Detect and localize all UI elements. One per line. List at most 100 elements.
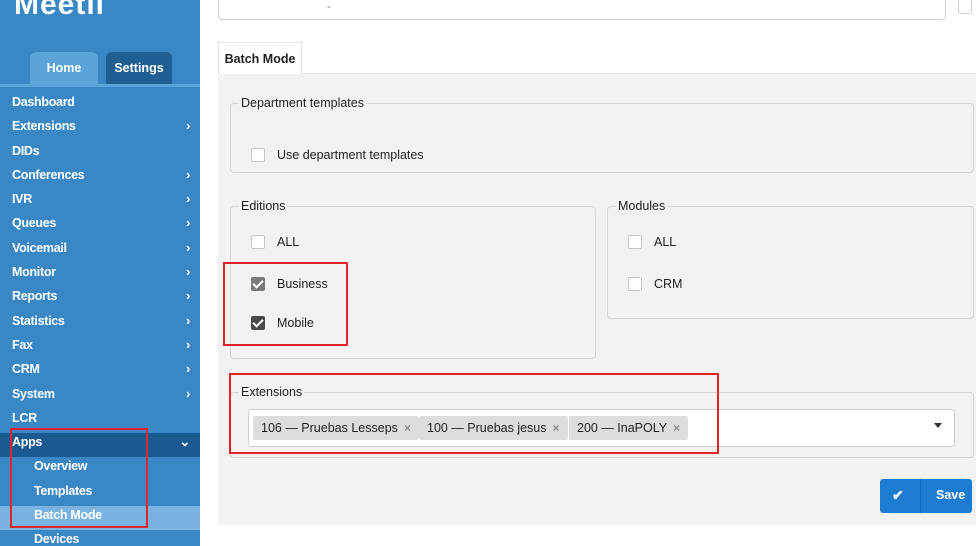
- chevron-right-icon: ›: [185, 385, 190, 401]
- sidebar-item-label: Conferences: [12, 167, 85, 182]
- option-label: Use department templates: [277, 148, 424, 162]
- app-logo: Meetii: [14, 0, 106, 21]
- sidebar-item-fax[interactable]: Fax ›: [0, 336, 200, 360]
- sidebar-item-label: Reports: [12, 289, 58, 304]
- extensions-legend: Extensions: [241, 385, 303, 399]
- sidebar-item-label: Apps: [12, 435, 43, 450]
- sidebar-item-monitor[interactable]: Monitor ›: [0, 263, 200, 287]
- extensions-multiselect[interactable]: 106 — Pruebas Lesseps × 100 — Pruebas jes…: [248, 409, 955, 447]
- tab-batch-mode[interactable]: Batch Mode: [218, 42, 302, 74]
- chip-label: 200 — InaPOLY: [577, 421, 668, 435]
- sidebar-item-label: DIDs: [12, 143, 40, 158]
- module-crm-checkbox[interactable]: [628, 276, 642, 291]
- edition-business-checkbox[interactable]: [251, 276, 265, 291]
- edition-business-option[interactable]: Business: [251, 275, 328, 295]
- sidebar-item-statistics[interactable]: Statistics ›: [0, 312, 200, 336]
- sidebar-item-label: Dashboard: [12, 95, 75, 109]
- chevron-right-icon: ›: [185, 361, 190, 377]
- chevron-right-icon: ›: [185, 288, 190, 304]
- option-label: CRM: [654, 277, 683, 291]
- sidebar-item-ivr[interactable]: IVR ›: [0, 190, 200, 214]
- sidebar-item-label: LCR: [12, 410, 37, 425]
- input-cursor: -: [327, 1, 331, 13]
- button-divider: [920, 479, 921, 513]
- top-search-input[interactable]: -: [218, 0, 946, 20]
- sidebar-item-system[interactable]: System ›: [0, 385, 200, 409]
- sidebar-item-label: Overview: [34, 459, 88, 474]
- sidebar-item-dashboard[interactable]: Dashboard: [0, 93, 200, 117]
- remove-chip-icon[interactable]: ×: [673, 421, 680, 435]
- sidebar-item-label: Extensions: [12, 119, 76, 134]
- sidebar-item-voicemail[interactable]: Voicemail ›: [0, 239, 200, 263]
- editions-legend: Editions: [241, 199, 286, 213]
- chevron-right-icon: ›: [185, 312, 190, 328]
- top-action-button[interactable]: [958, 0, 972, 14]
- sidebar-item-label: CRM: [12, 362, 40, 377]
- edition-all-option[interactable]: ALL: [251, 233, 299, 253]
- chevron-right-icon: ›: [185, 264, 190, 280]
- chevron-right-icon: ›: [185, 191, 190, 207]
- sidebar-item-conferences[interactable]: Conferences ›: [0, 166, 200, 190]
- chevron-down-icon: ⌄: [179, 434, 190, 450]
- sidebar-item-reports[interactable]: Reports ›: [0, 287, 200, 311]
- sidebar-item-label: Templates: [34, 483, 93, 498]
- use-department-templates-option[interactable]: Use department templates: [251, 146, 424, 166]
- save-button[interactable]: ✔ Save: [880, 479, 972, 513]
- remove-chip-icon[interactable]: ×: [553, 421, 560, 435]
- sidebar-item-label: Queues: [12, 216, 57, 231]
- tab-settings[interactable]: Settings: [106, 52, 172, 84]
- sidebar-item-label: Devices: [34, 532, 80, 546]
- batch-mode-panel: Department templates Use department temp…: [218, 73, 976, 525]
- option-label: Business: [277, 277, 328, 291]
- sidebar-subitem-batch-mode[interactable]: Batch Mode: [0, 506, 200, 531]
- chevron-right-icon: ›: [185, 336, 190, 352]
- modules-group: Modules ALL CRM: [607, 199, 974, 319]
- remove-chip-icon[interactable]: ×: [404, 421, 411, 435]
- sidebar: Meetii Home Settings Dashboard Extension…: [0, 0, 200, 546]
- chip-label: 106 — Pruebas Lesseps: [261, 421, 398, 435]
- sidebar-item-label: Voicemail: [12, 240, 67, 255]
- extension-chip: 200 — InaPOLY ×: [569, 416, 689, 440]
- chevron-right-icon: ›: [185, 215, 190, 231]
- department-templates-group: Department templates Use department temp…: [230, 96, 974, 173]
- option-label: ALL: [277, 235, 300, 249]
- module-all-checkbox[interactable]: [628, 234, 642, 249]
- sidebar-item-label: Monitor: [12, 265, 56, 280]
- checkmark-icon: ✔: [892, 487, 904, 503]
- extension-chip: 100 — Pruebas jesus ×: [419, 416, 568, 440]
- dropdown-caret-icon[interactable]: [934, 423, 942, 428]
- chevron-right-icon: ›: [185, 118, 190, 134]
- sidebar-nav: Dashboard Extensions › DIDs Conferences › …: [0, 93, 200, 546]
- sidebar-item-label: Batch Mode: [34, 508, 102, 523]
- edition-mobile-checkbox[interactable]: [251, 315, 265, 330]
- sidebar-subitem-overview[interactable]: Overview: [0, 457, 200, 481]
- sidebar-item-label: System: [12, 386, 55, 401]
- use-department-templates-checkbox[interactable]: [251, 147, 265, 162]
- sidebar-item-queues[interactable]: Queues ›: [0, 214, 200, 238]
- tab-home[interactable]: Home: [30, 52, 98, 84]
- chevron-right-icon: ›: [185, 239, 190, 255]
- tabbar-divider: [0, 84, 200, 87]
- sidebar-item-label: Statistics: [12, 313, 65, 328]
- sidebar-item-label: Fax: [12, 337, 33, 352]
- sidebar-subitem-templates[interactable]: Templates: [0, 482, 200, 506]
- option-label: ALL: [654, 235, 677, 249]
- edition-mobile-option[interactable]: Mobile: [251, 314, 314, 334]
- edition-all-checkbox[interactable]: [251, 234, 265, 249]
- sidebar-item-extensions[interactable]: Extensions ›: [0, 117, 200, 141]
- chevron-right-icon: ›: [185, 166, 190, 182]
- chip-label: 100 — Pruebas jesus: [427, 421, 547, 435]
- save-label: Save: [936, 488, 966, 502]
- module-all-option[interactable]: ALL: [628, 233, 676, 253]
- sidebar-subitem-devices[interactable]: Devices: [0, 530, 200, 546]
- sidebar-item-lcr[interactable]: LCR: [0, 409, 200, 433]
- module-crm-option[interactable]: CRM: [628, 275, 682, 295]
- option-label: Mobile: [277, 316, 314, 330]
- sidebar-item-dids[interactable]: DIDs: [0, 142, 200, 166]
- extension-chip: 106 — Pruebas Lesseps ×: [253, 416, 419, 440]
- department-templates-legend: Department templates: [241, 96, 364, 110]
- sidebar-item-crm[interactable]: CRM ›: [0, 360, 200, 384]
- sidebar-item-label: IVR: [12, 192, 32, 207]
- modules-legend: Modules: [618, 199, 666, 213]
- sidebar-item-apps[interactable]: Apps ⌄: [0, 433, 200, 458]
